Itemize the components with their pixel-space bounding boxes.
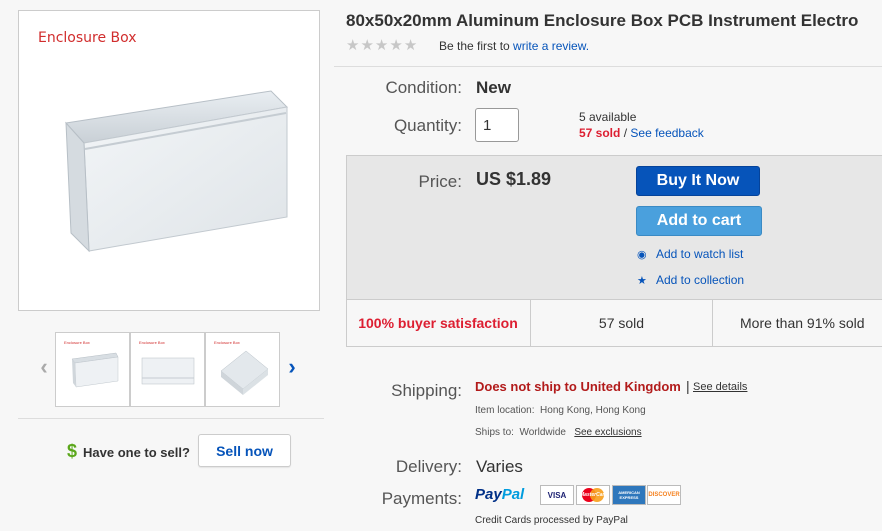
add-to-cart-button[interactable]: Add to cart	[636, 206, 762, 236]
available-count: 5 available	[579, 110, 637, 124]
visa-icon: VISA	[540, 485, 574, 505]
sold-stat: 57 sold	[598, 315, 645, 331]
item-location-label: Item location:	[475, 405, 535, 416]
add-to-collection-link[interactable]: Add to collection	[656, 273, 744, 287]
shipping-status: Does not ship to United Kingdom	[475, 379, 681, 394]
star-icon: ★	[389, 37, 403, 54]
thumbnail-caption: Enclosure Box	[64, 340, 90, 345]
buy-it-now-button[interactable]: Buy It Now	[636, 166, 760, 196]
add-to-watch-list-link[interactable]: Add to watch list	[656, 247, 743, 261]
shipping-label: Shipping:	[391, 381, 462, 400]
paypal-logo-pay: Pay	[475, 486, 502, 503]
sold-feedback: 57 sold / See feedback	[579, 126, 704, 140]
star-icon: ★	[346, 37, 360, 54]
thumbnail-next-icon[interactable]: ›	[282, 352, 302, 382]
condition-value: New	[476, 78, 511, 97]
rating-stars: ★ ★ ★ ★ ★	[346, 38, 417, 53]
thumbnail-3[interactable]: Enclosure Box	[205, 332, 280, 407]
review-prefix: Be the first to	[439, 39, 510, 53]
quantity-input[interactable]	[475, 108, 519, 142]
write-review-link[interactable]: write a review.	[513, 39, 589, 53]
thumbnail-1[interactable]: Enclosure Box	[55, 332, 130, 407]
paypal-logo-pal: Pal	[501, 486, 525, 503]
sell-divider	[18, 418, 324, 419]
shipping-separator: |	[686, 378, 690, 394]
buyer-satisfaction: 100% buyer satisfaction	[358, 315, 518, 331]
product-title: 80x50x20mm Aluminum Enclosure Box PCB In…	[346, 11, 859, 30]
condition-label: Condition:	[385, 78, 462, 97]
quantity-label: Quantity:	[393, 116, 462, 135]
payments-label: Payments:	[381, 489, 462, 508]
sold-percent-stat: More than 91% sold	[740, 315, 865, 331]
amex-icon: AMERICAN EXPRESS	[612, 485, 646, 505]
thumbnail-2[interactable]: Enclosure Box	[130, 332, 205, 407]
item-location-value: Hong Kong, Hong Kong	[540, 405, 646, 416]
sell-now-button[interactable]: Sell now	[198, 434, 291, 467]
star-icon: ★	[360, 37, 374, 54]
see-exclusions-link[interactable]: See exclusions	[574, 427, 641, 438]
sold-separator: /	[623, 126, 628, 140]
star-icon: ★	[637, 275, 647, 287]
price-label: Price:	[418, 172, 462, 191]
thumbnail-prev-icon[interactable]: ‹	[34, 352, 54, 382]
thumbnail-caption: Enclosure Box	[139, 340, 165, 345]
see-feedback-link[interactable]: See feedback	[630, 126, 703, 140]
star-icon: ★	[374, 37, 389, 54]
ships-to: Ships to: Worldwide See exclusions	[475, 427, 642, 438]
see-details-link[interactable]: See details	[693, 381, 747, 393]
star-icon: ★	[403, 37, 418, 54]
paypal-logo: PayPal	[475, 486, 524, 503]
review-prompt: Be the first to write a review.	[439, 39, 589, 53]
main-product-image[interactable]: Enclosure Box	[18, 10, 320, 311]
title-divider	[334, 66, 882, 67]
dollar-icon: $	[67, 441, 78, 461]
image-caption: Enclosure Box	[38, 30, 137, 46]
delivery-value: Varies	[476, 457, 523, 476]
sold-count: 57 sold	[579, 126, 621, 140]
mastercard-icon: MasterCard	[576, 485, 610, 505]
mastercard-label: MasterCard	[580, 492, 608, 498]
discover-icon: DISCOVER	[647, 485, 681, 505]
sell-prompt: Have one to sell?	[83, 445, 190, 460]
ships-to-label: Ships to:	[475, 427, 514, 438]
eye-icon: ◉	[637, 249, 647, 261]
enclosure-box-image	[65, 90, 289, 253]
price-value: US $1.89	[476, 169, 552, 189]
payments-note: Credit Cards processed by PayPal	[475, 515, 628, 526]
ships-to-value: Worldwide	[519, 427, 566, 438]
thumbnail-caption: Enclosure Box	[214, 340, 240, 345]
item-location: Item location: Hong Kong, Hong Kong	[475, 405, 646, 416]
delivery-label: Delivery:	[395, 457, 462, 476]
